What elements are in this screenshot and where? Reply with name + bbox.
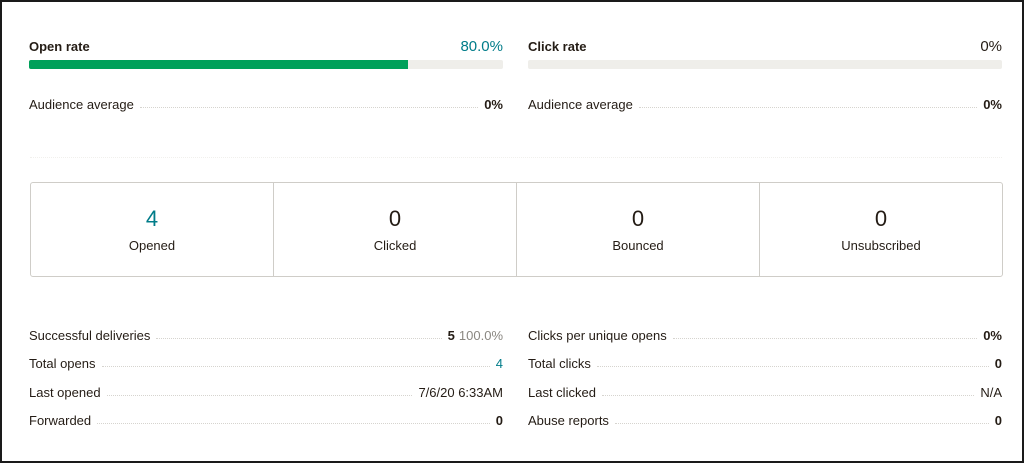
dotted-leader bbox=[106, 395, 413, 396]
dotted-leader bbox=[596, 366, 989, 367]
bounced-label: Bounced bbox=[612, 238, 664, 253]
stat-last-opened: Last opened 7/6/20 6:33AM bbox=[29, 382, 503, 400]
click-rate-bar bbox=[528, 60, 1002, 69]
dotted-leader bbox=[139, 107, 479, 108]
click-rate-label: Click rate bbox=[528, 39, 587, 54]
open-rate-value: 80.0% bbox=[460, 38, 503, 55]
stat-total-opens: Total opens 4 bbox=[29, 353, 503, 371]
stat-value: 0 bbox=[495, 413, 503, 428]
stat-label: Successful deliveries bbox=[29, 328, 151, 343]
click-rate-value: 0% bbox=[980, 38, 1002, 55]
divider bbox=[30, 157, 1002, 158]
stat-label: Clicks per unique opens bbox=[528, 328, 667, 343]
summary-boxes: 4 Opened 0 Clicked 0 Bounced 0 Unsubscri… bbox=[30, 182, 1003, 277]
stat-forwarded: Forwarded 0 bbox=[29, 410, 503, 428]
stat-value: 0 bbox=[994, 356, 1002, 371]
dotted-leader bbox=[638, 107, 978, 108]
dotted-leader bbox=[156, 338, 442, 339]
dotted-leader bbox=[101, 366, 490, 367]
unsubscribed-count: 0 bbox=[874, 206, 888, 231]
unsubscribed-label: Unsubscribed bbox=[841, 238, 921, 253]
stat-subvalue: 100.0% bbox=[458, 328, 503, 343]
open-rate-bar-fill bbox=[29, 60, 409, 69]
stat-value: 0 bbox=[994, 413, 1002, 428]
bounced-box: 0 Bounced bbox=[517, 183, 760, 276]
open-rate-label: Open rate bbox=[29, 39, 90, 54]
stat-total-clicks: Total clicks 0 bbox=[528, 353, 1002, 371]
stat-value-link[interactable]: 4 bbox=[496, 356, 503, 371]
audience-average-value: 0% bbox=[983, 97, 1002, 112]
stat-label: Last clicked bbox=[528, 385, 596, 400]
stat-clicks-per-unique-opens: Clicks per unique opens 0% bbox=[528, 325, 1002, 343]
clicked-count: 0 bbox=[388, 206, 402, 231]
opened-label: Opened bbox=[128, 238, 176, 253]
stat-last-clicked: Last clicked N/A bbox=[528, 382, 1002, 400]
clicked-box: 0 Clicked bbox=[274, 183, 517, 276]
dotted-leader bbox=[614, 423, 989, 424]
audience-average-click: Audience average 0% bbox=[528, 94, 1002, 112]
opened-count: 4 bbox=[145, 206, 159, 231]
audience-average-label: Audience average bbox=[29, 97, 134, 112]
stat-label: Forwarded bbox=[29, 413, 92, 428]
bounced-count: 0 bbox=[631, 206, 645, 231]
stat-label: Total clicks bbox=[528, 356, 591, 371]
report-panel: Open rate 80.0% Click rate 0% Audience a… bbox=[0, 0, 1024, 463]
stat-label: Total opens bbox=[29, 356, 96, 371]
open-rate-section: Open rate 80.0% bbox=[29, 38, 503, 69]
open-rate-bar bbox=[29, 60, 503, 69]
click-rate-section: Click rate 0% bbox=[528, 38, 1002, 69]
stat-label: Abuse reports bbox=[528, 413, 609, 428]
stat-successful-deliveries: Successful deliveries 5 100.0% bbox=[29, 325, 503, 343]
stat-value: N/A bbox=[980, 385, 1002, 400]
audience-average-label: Audience average bbox=[528, 97, 633, 112]
dotted-leader bbox=[601, 395, 975, 396]
dotted-leader bbox=[672, 338, 978, 339]
opened-box[interactable]: 4 Opened bbox=[31, 183, 274, 276]
audience-average-open: Audience average 0% bbox=[29, 94, 503, 112]
dotted-leader bbox=[97, 423, 490, 424]
stat-value: 0% bbox=[983, 328, 1002, 343]
unsubscribed-box: 0 Unsubscribed bbox=[760, 183, 1002, 276]
stat-value: 7/6/20 6:33AM bbox=[418, 385, 503, 400]
audience-average-value: 0% bbox=[484, 97, 503, 112]
stat-abuse-reports: Abuse reports 0 bbox=[528, 410, 1002, 428]
stat-label: Last opened bbox=[29, 385, 101, 400]
clicked-label: Clicked bbox=[373, 238, 417, 253]
stat-value: 5 100.0% bbox=[447, 328, 503, 343]
